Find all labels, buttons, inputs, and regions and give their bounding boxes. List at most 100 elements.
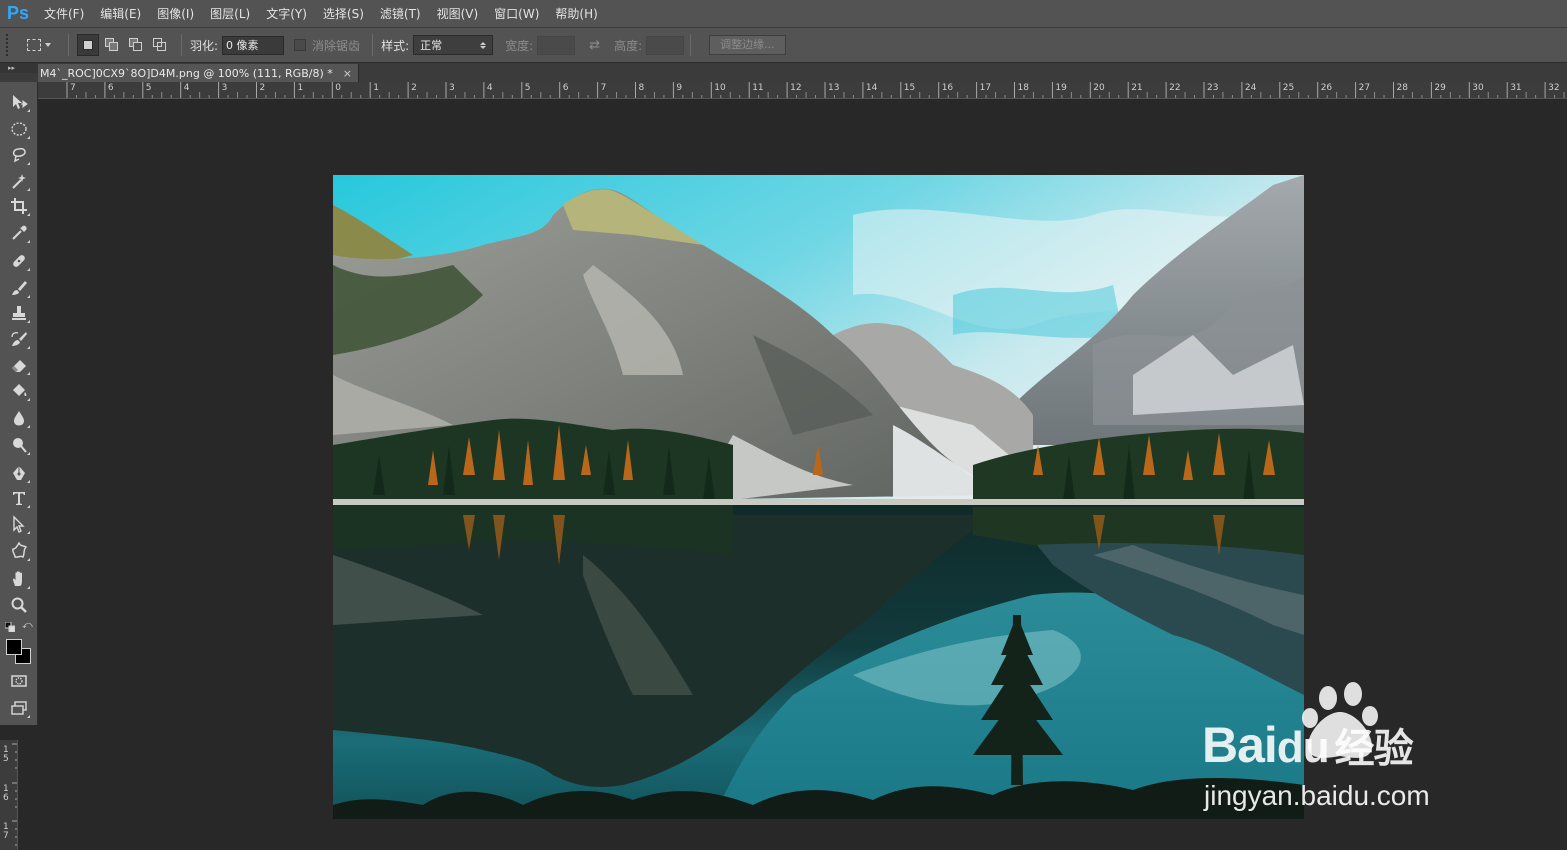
crop-tool[interactable] xyxy=(7,195,31,217)
ruler-label: 9 xyxy=(676,83,683,93)
zoom-icon xyxy=(11,597,27,613)
foreground-color-swatch[interactable] xyxy=(6,639,22,655)
ruler-label: 7 xyxy=(70,83,76,93)
clone-stamp-tool[interactable] xyxy=(7,302,31,324)
landscape-photo xyxy=(333,175,1304,819)
swap-dimensions-icon[interactable]: ⇄ xyxy=(589,38,600,53)
ruler-label: 26 xyxy=(1320,83,1333,93)
elliptical-marquee-tool[interactable] xyxy=(7,118,31,140)
menu-image[interactable]: 图像(I) xyxy=(149,0,202,28)
pen-tool[interactable] xyxy=(7,462,31,484)
quick-mask-button[interactable] xyxy=(7,670,31,692)
ruler-label: 10 xyxy=(714,83,726,93)
custom-shape-tool[interactable] xyxy=(7,540,31,562)
hand-tool[interactable] xyxy=(7,568,31,590)
brush-icon xyxy=(12,281,27,295)
path-selection-tool[interactable] xyxy=(7,513,31,535)
ruler-label: 25 xyxy=(1282,83,1295,93)
screen-mode-button[interactable] xyxy=(7,697,31,719)
hand-icon xyxy=(12,571,22,586)
ruler-label: 3 xyxy=(449,83,455,93)
dodge-tool[interactable] xyxy=(7,434,31,456)
ruler-label: 4 xyxy=(183,83,190,93)
zoom-tool[interactable] xyxy=(7,594,31,616)
history-brush-icon xyxy=(11,331,27,346)
style-label: 样式: xyxy=(381,38,410,53)
style-select-value: 正常 xyxy=(420,39,443,52)
eraser-tool[interactable] xyxy=(7,354,31,376)
elliptical-marquee-icon xyxy=(11,122,27,136)
magic-wand-tool[interactable] xyxy=(7,170,31,192)
close-icon[interactable]: × xyxy=(343,67,352,80)
ruler-label: 8 xyxy=(638,83,645,93)
antialias-checkbox[interactable] xyxy=(294,39,307,51)
blur-tool[interactable] xyxy=(7,407,31,429)
healing-brush-tool[interactable] xyxy=(7,250,31,272)
menu-type[interactable]: 文字(Y) xyxy=(258,0,315,28)
move-tool[interactable] xyxy=(7,91,31,113)
lasso-tool[interactable] xyxy=(7,144,31,166)
vertical-ruler[interactable]: 1 5 1 6 1 7 xyxy=(0,740,18,850)
move-tool-icon xyxy=(13,95,28,109)
menu-edit[interactable]: 编辑(E) xyxy=(92,0,149,28)
ruler-label: 2 xyxy=(411,83,417,93)
add-to-selection-button[interactable] xyxy=(101,34,123,56)
height-label: 高度: xyxy=(614,38,643,53)
feather-input[interactable] xyxy=(222,35,285,55)
ruler-label: 17 xyxy=(979,83,992,93)
width-input[interactable] xyxy=(537,35,576,55)
intersect-selection-icon xyxy=(153,38,167,52)
style-select[interactable]: 正常 xyxy=(413,35,494,55)
ruler-label: 14 xyxy=(865,83,878,93)
paint-bucket-tool[interactable] xyxy=(7,380,31,402)
options-bar: 羽化: 消除锯齿 样式: 正常 宽度: ⇄ 高度: 调整边缘... xyxy=(0,28,1567,63)
divider xyxy=(372,34,374,56)
eyedropper-icon xyxy=(12,225,27,240)
ruler-label: 1 7 xyxy=(3,822,9,841)
ruler-label: 28 xyxy=(1396,83,1408,93)
menu-view[interactable]: 视图(V) xyxy=(429,0,487,28)
magic-wand-icon xyxy=(12,174,26,189)
swap-colors-icon[interactable]: ⤺ xyxy=(22,620,33,631)
ruler-label: 31 xyxy=(1510,83,1522,93)
history-brush-tool[interactable] xyxy=(7,328,31,350)
document-tab[interactable]: M4`_ROC]0CX9`8O]D4M.png @ 100% (111, RGB… xyxy=(38,64,359,82)
horizontal-ruler-ticks xyxy=(66,82,1565,98)
menu-window[interactable]: 窗口(W) xyxy=(486,0,547,28)
ruler-label: 24 xyxy=(1244,83,1257,93)
subtract-selection-button[interactable] xyxy=(125,34,147,56)
menu-layer[interactable]: 图层(L) xyxy=(202,0,258,28)
menu-select[interactable]: 选择(S) xyxy=(315,0,372,28)
type-tool[interactable] xyxy=(7,487,31,509)
divider xyxy=(68,34,69,56)
default-colors-icon[interactable] xyxy=(5,622,15,632)
options-grip[interactable] xyxy=(6,34,12,56)
new-selection-button[interactable] xyxy=(77,34,99,56)
collapse-panels-icon[interactable]: ▸▸ xyxy=(0,63,38,73)
brush-tool[interactable] xyxy=(7,277,31,299)
eyedropper-tool[interactable] xyxy=(7,222,31,244)
ruler-label: 6 xyxy=(107,83,114,93)
blur-icon xyxy=(14,411,24,426)
tool-preset-picker[interactable] xyxy=(18,33,60,57)
ruler-label: 15 xyxy=(903,83,916,93)
menu-filter[interactable]: 滤镜(T) xyxy=(372,0,429,28)
ruler-label: 30 xyxy=(1472,83,1484,93)
ruler-label: 3 xyxy=(221,83,228,93)
feather-label: 羽化: xyxy=(190,38,219,53)
height-input[interactable] xyxy=(646,35,685,55)
ruler-label: 12 xyxy=(790,83,802,93)
ruler-label: 20 xyxy=(1093,83,1105,93)
ruler-label: 6 xyxy=(562,83,569,93)
ruler-label: 7 xyxy=(600,83,607,93)
menu-file[interactable]: 文件(F) xyxy=(36,0,92,28)
refine-edge-button[interactable]: 调整边缘... xyxy=(709,35,786,55)
ruler-label: 13 xyxy=(828,83,840,93)
horizontal-ruler[interactable]: 7 6 5 4 3 2 1 0 1 2 3 4 5 6 7 8 9 10 11 12 13 14 15 16 17 18 19 20 2… xyxy=(38,82,1567,99)
toolbox: ⤺ xyxy=(0,82,38,725)
menu-help[interactable]: 帮助(H) xyxy=(547,0,605,28)
document-image[interactable] xyxy=(333,175,1304,819)
lasso-icon xyxy=(12,147,26,163)
document-tab-strip: ▸▸ M4`_ROC]0CX9`8O]D4M.png @ 100% (111, … xyxy=(0,63,1567,82)
intersect-selection-button[interactable] xyxy=(149,34,171,56)
